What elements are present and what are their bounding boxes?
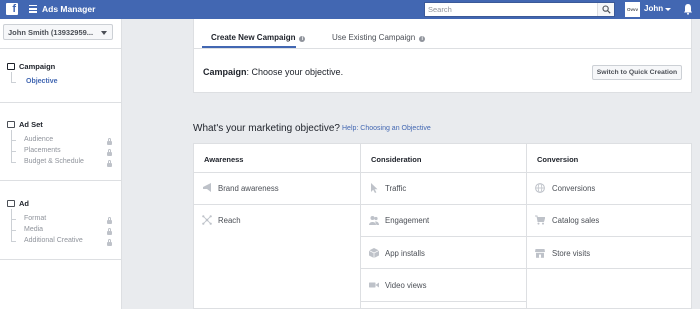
- lock-icon: [107, 239, 112, 246]
- avatar[interactable]: Ovvv: [625, 2, 640, 17]
- tab-label: Use Existing Campaign: [332, 33, 416, 42]
- column-header-awareness: Awareness: [204, 155, 244, 164]
- tree-line: [11, 130, 12, 162]
- objectives-table: Awareness Consideration Conversion Brand…: [193, 143, 692, 309]
- campaign-check-icon: [7, 63, 15, 70]
- box-icon: [369, 248, 379, 258]
- notifications-bell-icon[interactable]: [683, 3, 693, 15]
- search-input[interactable]: [425, 3, 597, 16]
- objective-store-visits[interactable]: Store visits: [552, 249, 590, 258]
- megaphone-icon: [203, 183, 211, 192]
- ad-icon: [7, 200, 15, 207]
- sidebar-divider: [0, 180, 122, 181]
- column-header-conversion: Conversion: [537, 155, 579, 164]
- row-divider: [527, 204, 691, 205]
- tree-branch: [11, 140, 16, 141]
- help-choosing-objective-link[interactable]: Help: Choosing an Objective: [342, 125, 431, 132]
- lock-icon: [107, 217, 112, 224]
- tree-branch: [11, 162, 16, 163]
- column-divider: [526, 144, 527, 309]
- globe-icon: [535, 183, 545, 193]
- tree-branch: [11, 241, 16, 242]
- snowflake-icon: [202, 215, 212, 225]
- search-box: [424, 2, 615, 17]
- row-divider: [361, 268, 526, 269]
- objective-video-views[interactable]: Video views: [385, 281, 426, 290]
- campaign-label: Campaign: [203, 67, 247, 77]
- row-divider: [194, 204, 360, 205]
- account-selector[interactable]: John Smith (13932959...: [3, 24, 113, 40]
- objective-conversions[interactable]: Conversions: [552, 184, 595, 193]
- tree-branch: [11, 230, 16, 231]
- sidebar-section-title: Ad: [19, 199, 29, 208]
- row-divider: [361, 301, 526, 302]
- row-divider: [527, 236, 691, 237]
- row-divider: [527, 268, 691, 269]
- lock-icon: [107, 228, 112, 235]
- account-name: John Smith (13932959...: [8, 28, 94, 37]
- sidebar-step-budget-schedule: Budget & Schedule: [24, 158, 84, 165]
- info-icon[interactable]: i: [299, 36, 306, 42]
- sidebar-step-audience: Audience: [24, 136, 54, 143]
- search-icon: [602, 5, 611, 14]
- objective-engagement[interactable]: Engagement: [385, 216, 429, 225]
- tab-create-new-campaign[interactable]: Create New Campaign i: [211, 33, 306, 42]
- row-divider: [361, 236, 526, 237]
- search-button[interactable]: [597, 3, 614, 16]
- store-icon: [535, 249, 545, 258]
- header-divider: [194, 172, 691, 173]
- sidebar-section-ad[interactable]: Ad: [7, 199, 29, 208]
- cursor-icon: [371, 183, 378, 193]
- video-camera-icon: [369, 282, 379, 288]
- campaign-instruction: : Choose your objective.: [246, 67, 344, 77]
- ad-set-icon: [7, 121, 15, 128]
- sidebar-step-media: Media: [24, 226, 44, 233]
- sidebar-divider: [0, 48, 122, 49]
- user-name[interactable]: John: [644, 4, 663, 13]
- tab-use-existing-campaign[interactable]: Use Existing Campaign i: [332, 33, 426, 42]
- campaign-heading: Campaign: Choose your objective.: [203, 67, 343, 77]
- hamburger-menu-icon[interactable]: [29, 5, 37, 13]
- top-bar: f Ads Manager Ovvv John: [0, 0, 700, 19]
- app-title[interactable]: Ads Manager: [42, 4, 95, 14]
- switch-to-quick-creation-button[interactable]: Switch to Quick Creation: [592, 65, 682, 80]
- sidebar-section-adset[interactable]: Ad Set: [7, 120, 43, 129]
- sidebar-step-placements: Placements: [24, 147, 61, 154]
- chevron-down-icon: [101, 31, 107, 35]
- lock-icon: [107, 149, 112, 156]
- tree-line: [11, 72, 12, 82]
- cart-icon: [535, 215, 545, 225]
- info-icon[interactable]: i: [419, 36, 426, 42]
- tab-label: Create New Campaign: [211, 33, 296, 42]
- column-divider: [360, 144, 361, 309]
- row-divider: [361, 204, 526, 205]
- sidebar-step-additional-creative: Additional Creative: [24, 237, 83, 244]
- sidebar: John Smith (13932959... Campaign Objecti…: [0, 19, 122, 309]
- lock-icon: [107, 138, 112, 145]
- campaign-card: Create New Campaign i Use Existing Campai…: [193, 19, 692, 93]
- objective-reach[interactable]: Reach: [218, 216, 241, 225]
- objective-catalog-sales[interactable]: Catalog sales: [552, 216, 599, 225]
- tree-branch: [11, 151, 16, 152]
- tabs-divider: [194, 48, 691, 49]
- sidebar-divider: [0, 102, 122, 103]
- people-icon: [369, 216, 379, 225]
- lock-icon: [107, 160, 112, 167]
- sidebar-step-format: Format: [24, 215, 47, 222]
- sidebar-section-title: Ad Set: [19, 120, 43, 129]
- objective-question: What's your marketing objective?: [193, 123, 340, 134]
- sidebar-section-campaign[interactable]: Campaign: [7, 62, 55, 71]
- tree-line: [11, 209, 12, 241]
- facebook-logo-icon[interactable]: f: [6, 3, 18, 15]
- sidebar-section-title: Campaign: [19, 62, 56, 71]
- sidebar-step-objective[interactable]: Objective: [26, 78, 58, 85]
- user-menu-caret-icon[interactable]: [665, 8, 671, 11]
- tree-branch: [11, 82, 16, 83]
- objective-brand-awareness[interactable]: Brand awareness: [218, 184, 279, 193]
- sidebar-divider: [0, 259, 122, 260]
- objective-traffic[interactable]: Traffic: [385, 184, 406, 193]
- objective-app-installs[interactable]: App installs: [385, 249, 425, 258]
- tree-branch: [11, 219, 16, 220]
- column-header-consideration: Consideration: [371, 155, 422, 164]
